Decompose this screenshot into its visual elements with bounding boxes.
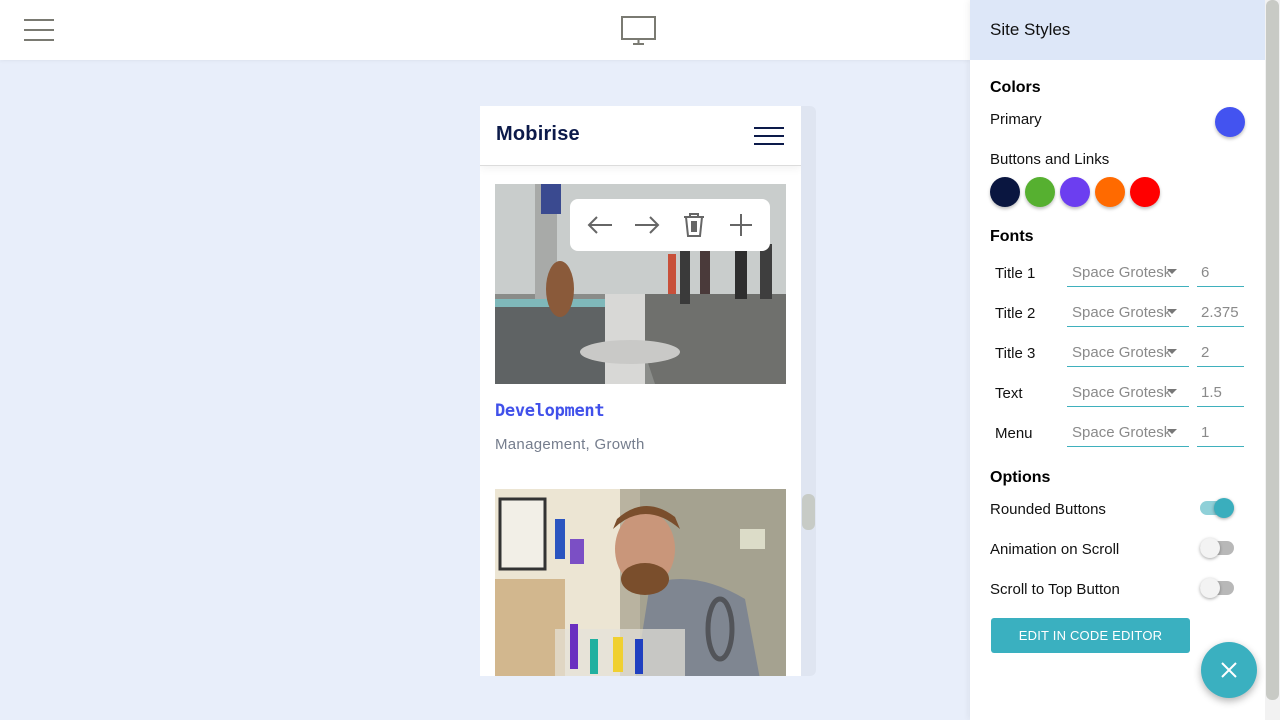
hamburger-line bbox=[24, 39, 54, 41]
font-family-select[interactable]: Space Grotesk bbox=[1067, 419, 1189, 447]
toggle-knob bbox=[1200, 538, 1220, 558]
preview-scrollbar[interactable] bbox=[801, 106, 816, 676]
font-row-label: Title 2 bbox=[995, 305, 1036, 322]
card-image-man-at-desk[interactable] bbox=[495, 489, 786, 676]
option-label: Scroll to Top Button bbox=[990, 581, 1120, 598]
block-toolbar bbox=[570, 199, 770, 251]
arrow-right-icon bbox=[634, 216, 659, 234]
font-size-input[interactable]: 2.375 bbox=[1197, 299, 1244, 327]
site-menu-button[interactable] bbox=[754, 127, 784, 147]
animation-on-scroll-toggle[interactable] bbox=[1200, 538, 1234, 558]
font-row-label: Title 1 bbox=[995, 265, 1036, 282]
font-row-title2: Title 2 Space Grotesk 2.375 bbox=[990, 299, 1245, 329]
color-swatch-red[interactable] bbox=[1130, 177, 1160, 207]
toggle-knob bbox=[1214, 498, 1234, 518]
font-family-value: Space Grotesk bbox=[1072, 424, 1172, 441]
caret-down-icon bbox=[1167, 269, 1177, 274]
arrow-left-icon bbox=[587, 216, 612, 234]
caret-down-icon bbox=[1167, 429, 1177, 434]
plus-icon bbox=[729, 214, 752, 236]
font-family-value: Space Grotesk bbox=[1072, 304, 1172, 321]
hamburger-menu-icon bbox=[24, 19, 54, 21]
font-size-input[interactable]: 1 bbox=[1197, 419, 1244, 447]
font-size-input[interactable]: 1.5 bbox=[1197, 379, 1244, 407]
rounded-buttons-toggle[interactable] bbox=[1200, 498, 1234, 518]
option-label: Rounded Buttons bbox=[990, 501, 1106, 518]
fonts-heading: Fonts bbox=[990, 228, 1034, 245]
man-desk-photo bbox=[495, 489, 786, 676]
font-row-menu: Menu Space Grotesk 1 bbox=[990, 419, 1245, 449]
panel-scrollbar[interactable] bbox=[1265, 0, 1280, 720]
font-family-select[interactable]: Space Grotesk bbox=[1067, 259, 1189, 287]
font-row-label: Text bbox=[995, 385, 1023, 402]
mobile-preview: Mobirise Development Management, Growth bbox=[480, 106, 801, 676]
color-swatch-navy[interactable] bbox=[990, 177, 1020, 207]
desktop-monitor-icon bbox=[621, 16, 656, 45]
delete-block-button[interactable] bbox=[679, 210, 709, 240]
preview-scrollbar-thumb[interactable] bbox=[802, 494, 815, 530]
font-family-value: Space Grotesk bbox=[1072, 384, 1172, 401]
buttons-links-label: Buttons and Links bbox=[990, 151, 1110, 168]
toggle-knob bbox=[1200, 578, 1220, 598]
color-swatch-orange[interactable] bbox=[1095, 177, 1125, 207]
colors-heading: Colors bbox=[990, 79, 1041, 96]
font-family-select[interactable]: Space Grotesk bbox=[1067, 379, 1189, 407]
site-styles-panel: Site Styles Colors Primary Buttons and L… bbox=[970, 0, 1265, 720]
panel-scrollbar-thumb[interactable] bbox=[1266, 0, 1279, 700]
font-row-title1: Title 1 Space Grotesk 6 bbox=[990, 259, 1245, 289]
desktop-view-button[interactable] bbox=[620, 16, 658, 46]
move-down-button[interactable] bbox=[632, 210, 662, 240]
primary-color-label: Primary bbox=[990, 111, 1042, 128]
font-size-input[interactable]: 2 bbox=[1197, 339, 1244, 367]
caret-down-icon bbox=[1167, 389, 1177, 394]
font-row-label: Title 3 bbox=[995, 345, 1036, 362]
font-row-label: Menu bbox=[995, 425, 1033, 442]
trash-icon bbox=[683, 213, 704, 237]
option-label: Animation on Scroll bbox=[990, 541, 1120, 558]
font-size-input[interactable]: 6 bbox=[1197, 259, 1244, 287]
hamburger-menu-icon bbox=[754, 127, 784, 129]
card-title[interactable]: Development bbox=[495, 401, 605, 421]
caret-down-icon bbox=[1167, 349, 1177, 354]
font-row-text: Text Space Grotesk 1.5 bbox=[990, 379, 1245, 409]
close-icon bbox=[1221, 662, 1237, 678]
primary-color-swatch[interactable] bbox=[1215, 107, 1245, 137]
hamburger-line bbox=[24, 29, 54, 31]
add-block-button[interactable] bbox=[726, 210, 756, 240]
editor-topbar bbox=[0, 0, 970, 60]
font-family-value: Space Grotesk bbox=[1072, 344, 1172, 361]
close-panel-button[interactable] bbox=[1201, 642, 1257, 698]
color-swatch-purple[interactable] bbox=[1060, 177, 1090, 207]
main-menu-button[interactable] bbox=[24, 18, 54, 42]
font-row-title3: Title 3 Space Grotesk 2 bbox=[990, 339, 1245, 369]
site-brand[interactable]: Mobirise bbox=[496, 123, 580, 146]
card-subtitle: Management, Growth bbox=[495, 436, 645, 453]
move-up-button[interactable] bbox=[585, 210, 615, 240]
font-family-select[interactable]: Space Grotesk bbox=[1067, 339, 1189, 367]
site-navbar: Mobirise bbox=[480, 106, 801, 166]
caret-down-icon bbox=[1167, 309, 1177, 314]
color-swatch-green[interactable] bbox=[1025, 177, 1055, 207]
hamburger-line bbox=[754, 135, 784, 137]
edit-in-code-editor-button[interactable]: EDIT IN CODE EDITOR bbox=[991, 618, 1190, 653]
font-family-select[interactable]: Space Grotesk bbox=[1067, 299, 1189, 327]
hamburger-line bbox=[754, 143, 784, 145]
panel-title: Site Styles bbox=[970, 0, 1265, 60]
font-family-value: Space Grotesk bbox=[1072, 264, 1172, 281]
options-heading: Options bbox=[990, 469, 1051, 486]
scroll-to-top-toggle[interactable] bbox=[1200, 578, 1234, 598]
